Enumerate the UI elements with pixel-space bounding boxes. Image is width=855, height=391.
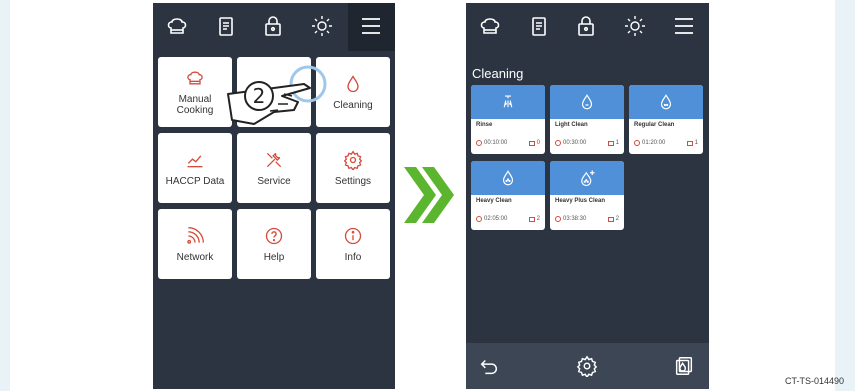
clock-icon	[476, 216, 482, 222]
tablet-count-icon	[528, 216, 535, 222]
program-card-regular-clean[interactable]: Regular Clean 01:20:00 1	[629, 85, 703, 154]
bottom-bar	[466, 343, 709, 389]
rinse-icon	[499, 93, 517, 111]
program-count: 1	[694, 140, 698, 146]
drop-icon	[657, 93, 675, 111]
program-count: 2	[615, 216, 619, 222]
tile-label: Info	[344, 251, 362, 263]
program-count: 1	[615, 140, 619, 146]
program-duration: 03:38:30	[563, 216, 587, 222]
menu-icon	[359, 14, 383, 38]
program-card-heavy-clean[interactable]: Heavy Clean 02:05:00 2	[471, 161, 545, 230]
tools-icon	[264, 150, 284, 170]
clock-icon	[634, 140, 640, 146]
tile-help[interactable]: Help	[237, 209, 311, 279]
tile-haccp-data[interactable]: HACCP Data	[158, 133, 232, 203]
cleaning-screen: Cleaning Rinse 00:10:00 0 Light Clean 00…	[466, 3, 709, 389]
info-icon	[343, 226, 363, 246]
tablet-count-icon	[607, 140, 614, 146]
tile-info[interactable]: Info	[316, 209, 390, 279]
clock-icon	[555, 216, 561, 222]
chef-hat-icon[interactable]	[478, 14, 502, 38]
program-card-light-clean[interactable]: Light Clean 00:30:00 1	[550, 85, 624, 154]
drop-icon	[343, 74, 363, 94]
chef-hat-icon	[185, 68, 205, 88]
tile-service[interactable]: Service	[237, 133, 311, 203]
program-count: 0	[536, 140, 540, 146]
program-meta: 03:38:30 2	[555, 216, 619, 222]
menu-button[interactable]	[348, 3, 395, 51]
card-header	[550, 85, 624, 119]
program-card-rinse[interactable]: Rinse 00:10:00 0	[471, 85, 545, 154]
clock-icon	[555, 140, 561, 146]
program-duration: 01:20:00	[642, 140, 666, 146]
clock-icon	[476, 140, 482, 146]
tablet-count-icon	[607, 216, 614, 222]
double-chevron-arrow-icon	[404, 167, 454, 223]
program-meta: 00:10:00 0	[476, 140, 540, 146]
lock-icon[interactable]	[261, 14, 285, 38]
program-meta: 01:20:00 1	[634, 140, 698, 146]
program-count: 2	[536, 216, 540, 222]
card-header	[629, 85, 703, 119]
tile-label: HACCP Data	[165, 175, 225, 187]
lock-icon[interactable]	[574, 14, 598, 38]
menu-icon[interactable]	[672, 14, 696, 38]
program-name: Regular Clean	[634, 122, 675, 128]
tile-label: Manual Cooking	[176, 94, 214, 116]
program-meta: 00:30:00 1	[555, 140, 619, 146]
program-name: Heavy Clean	[476, 198, 512, 204]
tile-network[interactable]: Network	[158, 209, 232, 279]
card-header	[471, 161, 545, 195]
program-name: Rinse	[476, 122, 493, 128]
tile-label: Help	[263, 251, 285, 263]
tablet-count-icon	[686, 140, 693, 146]
tap-gesture-illustration: 2	[227, 65, 327, 125]
back-icon[interactable]	[478, 355, 500, 377]
program-meta: 02:05:00 2	[476, 216, 540, 222]
drop-plus-icon	[578, 169, 596, 187]
drop-icon	[499, 169, 517, 187]
tile-settings[interactable]: Settings	[316, 133, 390, 203]
gear-icon	[343, 149, 363, 170]
brightness-icon[interactable]	[310, 14, 334, 38]
program-duration: 00:10:00	[484, 140, 508, 146]
tile-label: Settings	[334, 175, 372, 187]
recipe-book-icon[interactable]	[527, 14, 551, 38]
program-duration: 02:05:00	[484, 216, 508, 222]
top-bar	[153, 3, 395, 51]
step-marker: 2	[253, 84, 266, 108]
help-icon	[264, 226, 284, 246]
brightness-icon[interactable]	[623, 14, 647, 38]
tile-label: Cleaning	[333, 99, 373, 111]
tile-label: Network	[176, 251, 214, 263]
top-bar	[466, 3, 709, 51]
settings-icon[interactable]	[576, 355, 598, 377]
chef-hat-icon[interactable]	[165, 14, 189, 38]
drop-icon	[578, 93, 596, 111]
card-header	[471, 85, 545, 119]
network-icon	[185, 226, 205, 246]
card-header	[550, 161, 624, 195]
page-title: Cleaning	[472, 66, 524, 81]
program-duration: 00:30:00	[563, 140, 587, 146]
tablet-count-icon	[528, 140, 535, 146]
program-card-heavy-plus-clean[interactable]: Heavy Plus Clean 03:38:30 2	[550, 161, 624, 230]
document-code: CT-TS-014490	[785, 376, 845, 386]
recipe-book-icon[interactable]	[214, 14, 238, 38]
program-name: Heavy Plus Clean	[555, 198, 606, 204]
cleaning-tablet-icon[interactable]	[673, 355, 695, 377]
chart-icon	[185, 150, 205, 170]
program-name: Light Clean	[555, 122, 588, 128]
tile-label: Service	[257, 175, 291, 187]
